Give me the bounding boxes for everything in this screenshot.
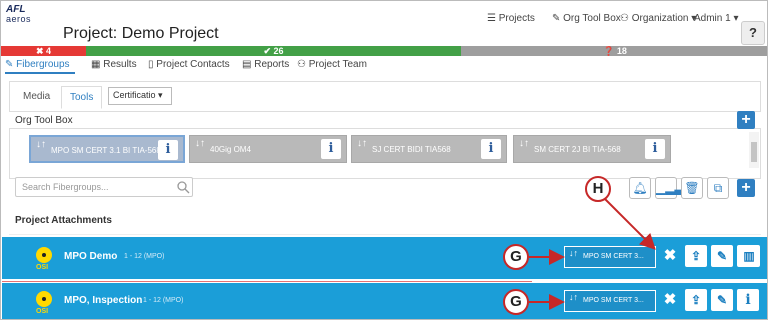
test-tool-icon: ↓↑ [36,139,46,150]
pencil-icon: ✎ [716,293,728,307]
callout-h: H [585,176,611,202]
remove-tool-icon[interactable]: ✖ [661,290,679,310]
fibergroup-name[interactable]: MPO, Inspection [64,295,142,306]
upload-button[interactable]: ⇪ [685,289,707,311]
test-tool-icon: ↓↑ [569,292,578,302]
tool-card-label: 40Gig OM4 [210,145,251,154]
tab-reports-label: Reports [254,59,290,70]
upload-icon: ⇪ [690,293,702,307]
results-button[interactable]: ▥ [738,245,760,267]
header: AFL aeros Project: Demo Project ☰ Projec… [1,1,767,45]
tab-project-contacts-label: Project Contacts [156,59,230,70]
info-icon[interactable]: i [481,139,501,159]
upload-button[interactable]: ⇪ [685,245,707,267]
page-title: Project: Demo Project [63,25,219,42]
nav-admin[interactable]: Admin 1 ▾ [694,13,738,24]
edit-button[interactable]: ✎ [711,245,733,267]
copy-icon: ⧉ [713,181,723,195]
tab-reports[interactable]: ▤ Reports [242,59,289,70]
callout-g: G [503,244,529,270]
upload-icon: ⇪ [690,249,702,263]
info-icon[interactable]: i [158,140,178,160]
test-tool-icon: ↓↑ [569,248,578,258]
nav-org-tool-box[interactable]: ✎ Org Tool Box [552,13,621,24]
bar-chart-icon: ▥ [743,249,755,263]
bell-icon: 🔔︎ [632,181,648,195]
assigned-tool-chip[interactable]: ↓↑ MPO SM CERT 3... [564,246,656,268]
tab-project-contacts[interactable]: ▯ Project Contacts [148,59,230,70]
tool-card[interactable]: ↓↑ 40Gig OM4 i [189,135,347,163]
callout-g: G [503,289,529,315]
fibergroup-name[interactable]: MPO Demo [64,251,117,262]
assigned-tool-label: MPO SM CERT 3... [583,253,644,260]
add-fibergroup-button[interactable]: + [737,179,755,197]
project-tabs: ✎ Fibergroups ▦ Results ▯ Project Contac… [5,59,605,73]
fibergroup-row[interactable]: OSI MPO Demo 1 - 12 (MPO) ↓↑ MPO SM CERT… [2,237,767,279]
project-attachments-header: Project Attachments [9,205,761,235]
tab-results-label: Results [103,59,137,70]
status-pending-bar: ❓ 18 [461,46,767,56]
fibergroup-row[interactable]: OSI MPO, Inspection 1 - 12 (MPO) ↓↑ MPO … [2,283,767,319]
remove-tool-icon[interactable]: ✖ [661,246,679,266]
tab-fibergroups[interactable]: ✎ Fibergroups [5,59,70,70]
tab-project-team[interactable]: ⚇ Project Team [297,59,367,70]
tab-results[interactable]: ▦ Results [91,59,137,70]
copy-button[interactable]: ⧉ [707,177,729,199]
assigned-tool-label: MPO SM CERT 3... [583,297,644,304]
delete-button[interactable]: 🗑︎ [681,177,703,199]
fibergroup-range: 1 - 12 (MPO) [143,297,184,304]
tab-fibergroups-label: Fibergroups [16,59,70,70]
fibergroup-range: 1 - 12 (MPO) [124,253,165,260]
tool-card[interactable]: ↓↑ SM CERT 2J BI TIA-568 i [513,135,671,163]
pencil-icon: ✎ [716,249,728,263]
afl-logo: AFL aeros [6,5,42,24]
bell-button[interactable]: 🔔︎ [629,177,651,199]
toolbox-scrollbar-thumb[interactable] [751,142,757,162]
project-attachments-label: Project Attachments [15,215,112,226]
otdr-label: OSI [36,264,49,271]
search-input[interactable]: Search Fibergroups... [15,177,193,197]
add-tool-button[interactable]: + [737,111,755,129]
otdr-label: OSI [36,308,49,315]
tool-card-label: SJ CERT BIDI TIA568 [372,145,451,154]
subtab-media[interactable]: Media [23,91,50,102]
certification-select[interactable]: Certificatio ▾ [108,87,172,105]
help-button[interactable]: ? [741,21,765,45]
org-tool-box-label: Org Tool Box [15,115,73,126]
test-tool-icon: ↓↑ [357,138,367,149]
info-icon: i [745,292,751,308]
info-icon[interactable]: i [645,139,665,159]
edit-button[interactable]: ✎ [711,289,733,311]
nav-projects[interactable]: ☰ Projects [487,13,535,24]
tool-card-label: SM CERT 2J BI TIA-568 [534,145,621,154]
app-window: AFL aeros Project: Demo Project ☰ Projec… [0,0,768,320]
nav-organization[interactable]: ⚇ Organization ▾ [620,13,696,24]
otdr-icon [36,291,52,307]
org-tool-box-header: Org Tool Box [9,111,761,129]
search-icon [177,181,190,194]
assigned-tool-chip[interactable]: ↓↑ MPO SM CERT 3... [564,290,656,312]
active-tab-indicator [5,72,75,74]
otdr-icon [36,247,52,263]
tool-card-label: MPO SM CERT 3.1 BI TIA-568 [51,146,161,155]
test-tool-icon: ↓↑ [195,138,205,149]
tool-card[interactable]: ↓↑ SJ CERT BIDI TIA568 i [351,135,507,163]
row-divider-accent [2,281,532,282]
signal-bars-icon: ▁▂▃ [656,181,684,195]
test-tool-icon: ↓↑ [519,138,529,149]
info-icon[interactable]: i [321,139,341,159]
tool-card[interactable]: ↓↑ MPO SM CERT 3.1 BI TIA-568 i [29,135,185,163]
trash-icon: 🗑︎ [684,181,700,195]
subtab-tools[interactable]: Tools [61,86,103,109]
info-button[interactable]: i [737,289,759,311]
tab-project-team-label: Project Team [308,59,367,70]
signal-button[interactable]: ▁▂▃ [655,177,684,199]
logo-text-aeros: aeros [6,14,32,24]
status-pass-bar: ✔ 26 [86,46,461,56]
status-fail-bar: ✖ 4 [1,46,86,56]
